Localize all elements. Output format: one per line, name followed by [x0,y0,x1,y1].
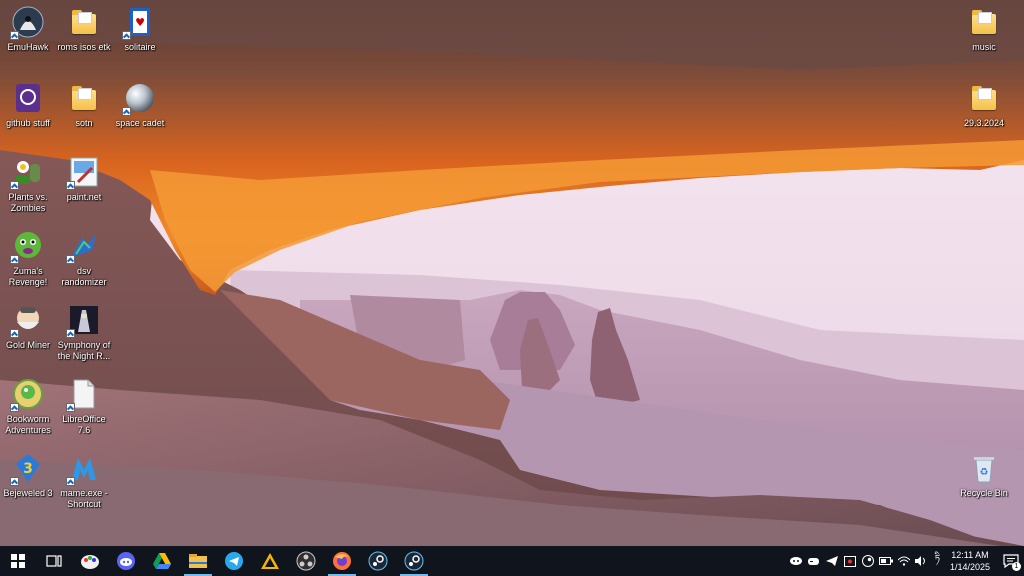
system-tray: ཏི 12:11 AM 1/14/2025 1 [787,546,1024,576]
svg-text:3: 3 [23,461,33,477]
desktop-icon-music-folder[interactable]: music [956,6,1012,53]
arduino-ide-icon [261,553,279,569]
file-explorer-icon [189,554,207,568]
volume-icon[interactable] [914,546,930,576]
desktop-icon-date-folder[interactable]: 29.3.2024 [956,82,1012,129]
libreoffice-icon [66,378,100,412]
steam-icon [368,551,388,571]
discord-icon [117,552,135,570]
steam-icon [404,551,424,571]
action-center-button[interactable]: 1 [998,546,1024,576]
github-desktop-icon [12,82,44,114]
capture-tray-icon[interactable] [842,546,858,576]
task-view-button[interactable] [36,546,72,576]
taskbar-obs[interactable] [288,546,324,576]
recycle-bin-icon: ♻ [968,452,1000,484]
desktop-icon-libreoffice[interactable]: LibreOffice 7.6 [56,378,112,436]
folder-icon [68,82,100,114]
folder-icon [968,82,1000,114]
clock[interactable]: 12:11 AM 1/14/2025 [944,549,998,573]
bookworm-icon [10,378,44,412]
task-view-icon [46,555,62,567]
paint-app-icon [81,555,99,569]
google-drive-icon [153,553,171,569]
language-indicator[interactable]: ཏི [931,549,944,574]
desktop-icon-github-stuff[interactable]: github stuff [0,82,56,129]
taskbar: ཏི 12:11 AM 1/14/2025 1 [0,546,1024,576]
desktop-icon-mame-shortcut[interactable]: mame.exe - Shortcut [56,452,112,510]
pinball-icon [122,82,156,116]
desktop-icon-paint-net[interactable]: paint.net [56,156,112,203]
mame-icon [66,452,100,486]
battery-icon[interactable] [878,546,894,576]
desktop-icon-gold-miner[interactable]: Gold Miner [0,304,56,351]
solitaire-icon: ♥ [122,6,156,40]
desktop-icon-plants-vs-zombies[interactable]: Plants vs. Zombies [0,156,56,214]
taskbar-telegram[interactable] [216,546,252,576]
clock-time: 12:11 AM [951,550,989,560]
taskbar-google-drive[interactable] [144,546,180,576]
desktop-icon-roms-folder[interactable]: roms isos etk [56,6,112,53]
taskbar-arduino-ide[interactable] [252,546,288,576]
desktop-icon-bookworm-adventures[interactable]: Bookworm Adventures [0,378,56,436]
desktop-icon-dsv-randomizer[interactable]: dsv randomizer [56,230,112,288]
paint-net-icon [66,156,100,190]
bejeweled-icon: 3 [10,452,44,486]
taskbar-file-explorer[interactable] [180,546,216,576]
zuma-icon [10,230,44,264]
firefox-icon [333,552,351,570]
dsv-randomizer-icon [66,230,100,264]
desktop-icon-sotn-randomizer[interactable]: Symphony of the Night R... [56,304,112,362]
svg-text:♥: ♥ [135,16,145,29]
discord-tray-icon[interactable] [788,546,804,576]
folder-icon [68,6,100,38]
taskbar-steam-2[interactable] [396,546,432,576]
windows-start-icon [11,554,25,568]
start-button[interactable] [0,546,36,576]
taskbar-discord[interactable] [108,546,144,576]
desktop-icon-solitaire[interactable]: ♥ solitaire [112,6,168,53]
telegram-tray-icon[interactable] [824,546,840,576]
taskbar-steam[interactable] [360,546,396,576]
desktop-icon-zumas-revenge[interactable]: Zuma's Revenge! [0,230,56,288]
telegram-icon [225,552,243,570]
wifi-icon[interactable] [896,546,912,576]
notification-count-badge: 1 [1012,562,1021,571]
obs-icon [296,551,316,571]
folder-icon [968,6,1000,38]
desktop-icon-emuhawk[interactable]: EmuHawk [0,6,56,53]
desktop-icon-bejeweled-3[interactable]: 3 Bejeweled 3 [0,452,56,499]
desktop-icon-space-cadet[interactable]: space cadet [112,82,168,129]
sotn-randomizer-icon [66,304,100,338]
svg-text:♻: ♻ [980,467,989,478]
steam-tray-icon[interactable] [860,546,876,576]
taskbar-firefox[interactable] [324,546,360,576]
desktop-icon-recycle-bin[interactable]: ♻ Recycle Bin [956,452,1012,499]
emuhawk-icon [10,6,44,40]
desktop-icon-sotn-folder[interactable]: sotn [56,82,112,129]
plants-vs-zombies-icon [10,156,44,190]
gold-miner-icon [10,304,44,338]
clock-date: 1/14/2025 [949,562,990,572]
gamepad-tray-icon[interactable] [806,546,822,576]
taskbar-paint[interactable] [72,546,108,576]
